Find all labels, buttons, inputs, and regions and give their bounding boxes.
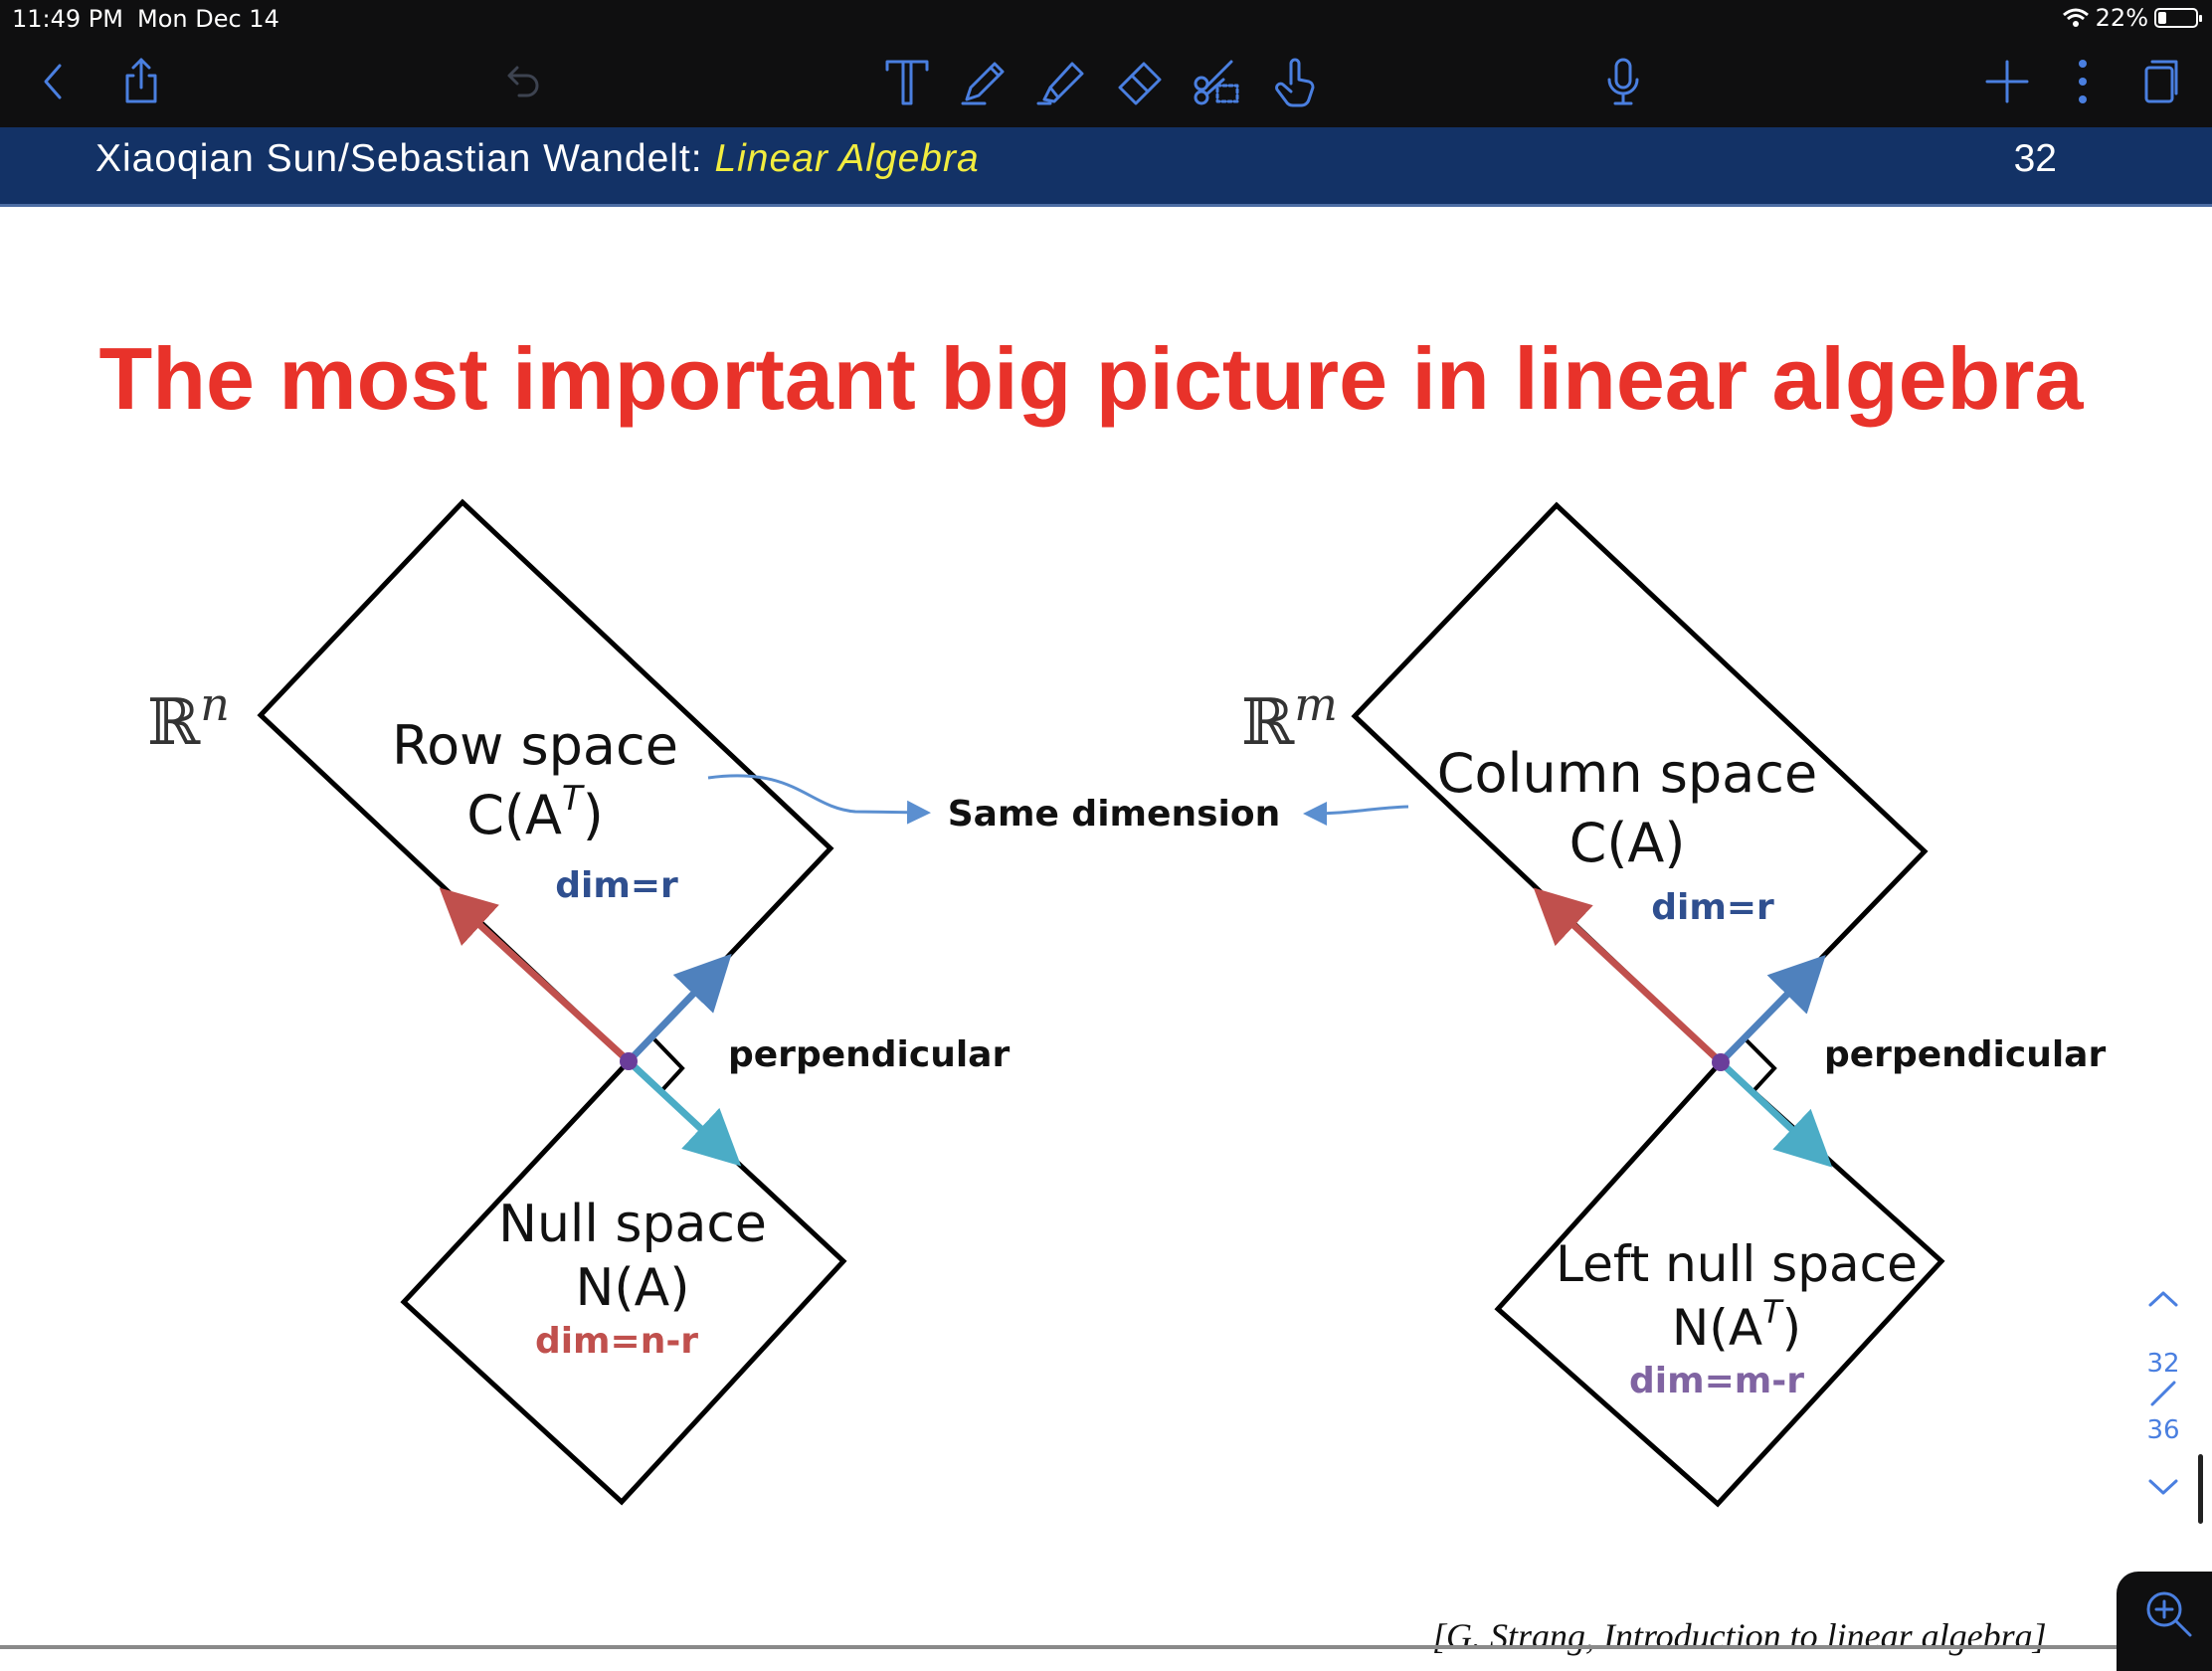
slash-divider-icon bbox=[2150, 1381, 2176, 1406]
left-diagram: ℝn Row space C(AT) dim=r perpendicular N… bbox=[147, 498, 1010, 1506]
row-space-label: Row space bbox=[392, 714, 678, 777]
rn-label: ℝn bbox=[147, 677, 230, 760]
slide-citation: [G. Strang, Introduction to linear algeb… bbox=[1432, 1616, 2047, 1656]
right-angle-mark-left bbox=[652, 1037, 685, 1094]
previous-page-button[interactable] bbox=[2138, 1283, 2188, 1323]
column-space-label: Column space bbox=[1437, 742, 1817, 805]
scrollbar-thumb[interactable] bbox=[2198, 1454, 2203, 1524]
total-pages: 36 bbox=[2146, 1415, 2180, 1445]
rm-label: ℝm bbox=[1241, 677, 1338, 760]
row-space-square bbox=[257, 498, 834, 1065]
perpendicular-label-right: perpendicular bbox=[1824, 1034, 2106, 1075]
zoom-button[interactable] bbox=[2117, 1572, 2212, 1671]
chevron-up-icon bbox=[2148, 1291, 2178, 1307]
column-space-dim: dim=r bbox=[1651, 887, 1774, 928]
null-space-label: Null space bbox=[498, 1195, 767, 1254]
page-navigator: 32 36 bbox=[2138, 1283, 2188, 1513]
column-space-formula: C(A) bbox=[1569, 812, 1686, 874]
right-angle-mark-right bbox=[1745, 1038, 1777, 1094]
chevron-down-icon bbox=[2148, 1479, 2178, 1495]
left-null-space-arrow bbox=[1718, 1059, 1833, 1168]
four-subspaces-diagram: ℝn Row space C(AT) dim=r perpendicular N… bbox=[147, 498, 2106, 1508]
row-space-arrow bbox=[439, 887, 632, 1064]
origin-point-right bbox=[1712, 1053, 1730, 1071]
perpendicular-label-left: perpendicular bbox=[728, 1034, 1010, 1075]
next-page-button[interactable] bbox=[2138, 1473, 2188, 1513]
pointer-from-column-space bbox=[1303, 801, 1409, 826]
left-null-space-formula: N(AT) bbox=[1672, 1293, 1801, 1357]
null-space-arrow bbox=[626, 1058, 742, 1167]
zoom-in-icon bbox=[2146, 1591, 2192, 1637]
same-dimension-label: Same dimension bbox=[948, 794, 1280, 835]
current-page: 32 bbox=[2146, 1349, 2180, 1379]
null-space-dim: dim=n-r bbox=[535, 1321, 698, 1362]
row-space-vector-arrow bbox=[626, 953, 732, 1064]
row-space-formula: C(AT) bbox=[466, 779, 604, 846]
origin-point-left bbox=[620, 1052, 638, 1070]
column-space-vector-arrow bbox=[1718, 954, 1826, 1065]
bottom-rule bbox=[0, 1645, 2119, 1649]
row-space-dim: dim=r bbox=[555, 865, 678, 906]
null-space-formula: N(A) bbox=[575, 1258, 689, 1318]
left-null-space-label: Left null space bbox=[1556, 1235, 1918, 1293]
left-null-space-dim: dim=m-r bbox=[1629, 1361, 1804, 1401]
right-diagram: ℝm Column space C(A) dim=r perpendicular… bbox=[1241, 501, 2106, 1508]
pointer-from-row-space bbox=[707, 774, 931, 825]
